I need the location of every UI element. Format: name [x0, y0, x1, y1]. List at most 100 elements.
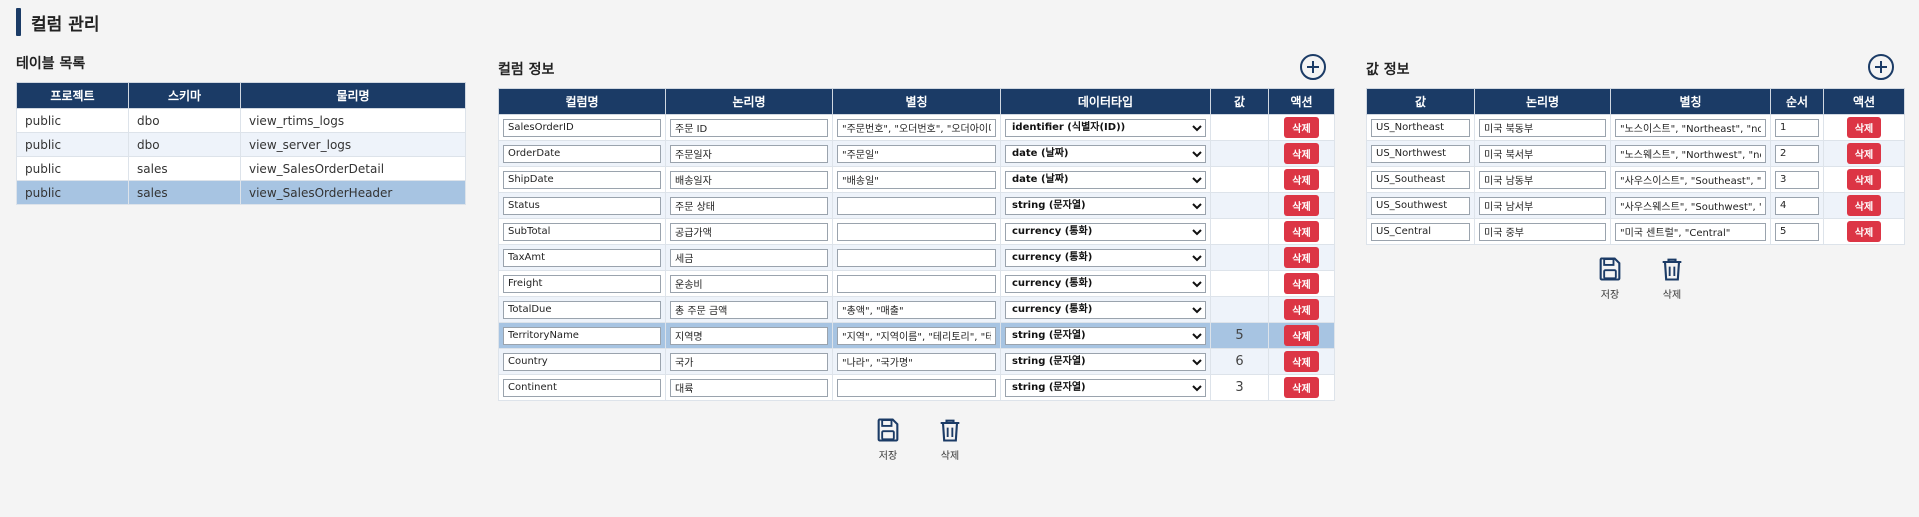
alias-input[interactable]	[837, 222, 996, 241]
delete-row-button[interactable]: 삭제	[1846, 169, 1882, 190]
datatype-select[interactable]: string (문자열)	[1005, 326, 1206, 345]
logical-name-input[interactable]	[670, 352, 828, 371]
value-input[interactable]	[1371, 170, 1470, 189]
delete-row-button[interactable]: 삭제	[1284, 351, 1319, 372]
delete-row-button[interactable]: 삭제	[1284, 377, 1319, 398]
delete-row-button[interactable]: 삭제	[1846, 221, 1882, 242]
col-header-name[interactable]: 컬럼명	[498, 88, 666, 115]
logical-name-input[interactable]	[1479, 144, 1606, 163]
column-row[interactable]: string (문자열)5 삭제	[498, 322, 1335, 349]
delete-row-button[interactable]: 삭제	[1284, 143, 1319, 164]
table-row[interactable]: public dbo view_rtims_logs	[16, 108, 466, 133]
column-name-input[interactable]	[503, 144, 661, 163]
column-row[interactable]: string (문자열)6 삭제	[498, 348, 1335, 375]
columns-save-button[interactable]: 저장	[868, 416, 908, 462]
alias-input[interactable]	[837, 248, 996, 267]
datatype-select[interactable]: currency (통화)	[1005, 274, 1206, 293]
logical-name-input[interactable]	[670, 248, 828, 267]
datatype-select[interactable]: date (날짜)	[1005, 144, 1206, 163]
logical-name-input[interactable]	[1479, 196, 1606, 215]
table-row[interactable]: public sales view_SalesOrderDetail	[16, 156, 466, 181]
datatype-select[interactable]: currency (통화)	[1005, 222, 1206, 241]
alias-input[interactable]	[837, 144, 996, 163]
datatype-select[interactable]: currency (통화)	[1005, 248, 1206, 267]
alias-input[interactable]	[837, 300, 996, 319]
col-header-order[interactable]: 순서	[1770, 88, 1824, 115]
alias-input[interactable]	[837, 352, 996, 371]
column-row[interactable]: currency (통화) 삭제	[498, 244, 1335, 271]
col-header-value[interactable]: 값	[1366, 88, 1475, 115]
col-header-physical[interactable]: 물리명	[240, 82, 466, 109]
add-value-button[interactable]	[1868, 54, 1894, 80]
datatype-select[interactable]: string (문자열)	[1005, 196, 1206, 215]
value-row[interactable]: 삭제	[1366, 166, 1905, 193]
order-input[interactable]	[1775, 196, 1819, 215]
column-row[interactable]: date (날짜) 삭제	[498, 140, 1335, 167]
col-header-project[interactable]: 프로젝트	[16, 82, 129, 109]
delete-row-button[interactable]: 삭제	[1284, 117, 1319, 138]
delete-row-button[interactable]: 삭제	[1284, 221, 1319, 242]
logical-name-input[interactable]	[670, 144, 828, 163]
column-row[interactable]: string (문자열)3 삭제	[498, 374, 1335, 401]
datatype-select[interactable]: string (문자열)	[1005, 378, 1206, 397]
table-row[interactable]: public sales view_SalesOrderHeader	[16, 180, 466, 205]
column-row[interactable]: currency (통화) 삭제	[498, 296, 1335, 323]
value-row[interactable]: 삭제	[1366, 114, 1905, 141]
table-row[interactable]: public dbo view_server_logs	[16, 132, 466, 157]
column-row[interactable]: currency (통화) 삭제	[498, 270, 1335, 297]
alias-input[interactable]	[837, 118, 996, 137]
alias-input[interactable]	[837, 326, 996, 345]
alias-input[interactable]	[837, 196, 996, 215]
column-row[interactable]: date (날짜) 삭제	[498, 166, 1335, 193]
value-row[interactable]: 삭제	[1366, 218, 1905, 245]
column-name-input[interactable]	[503, 196, 661, 215]
col-header-schema[interactable]: 스키마	[128, 82, 241, 109]
value-input[interactable]	[1371, 196, 1470, 215]
logical-name-input[interactable]	[1479, 170, 1606, 189]
order-input[interactable]	[1775, 170, 1819, 189]
logical-name-input[interactable]	[670, 300, 828, 319]
column-name-input[interactable]	[503, 378, 661, 397]
value-input[interactable]	[1371, 144, 1470, 163]
col-header-datatype[interactable]: 데이터타입	[1000, 88, 1211, 115]
value-row[interactable]: 삭제	[1366, 140, 1905, 167]
column-row[interactable]: currency (통화) 삭제	[498, 218, 1335, 245]
alias-input[interactable]	[1615, 196, 1766, 215]
logical-name-input[interactable]	[670, 378, 828, 397]
logical-name-input[interactable]	[670, 274, 828, 293]
column-name-input[interactable]	[503, 352, 661, 371]
columns-delete-button[interactable]: 삭제	[930, 416, 970, 462]
values-save-button[interactable]: 저장	[1590, 255, 1630, 301]
order-input[interactable]	[1775, 222, 1819, 241]
logical-name-input[interactable]	[670, 170, 828, 189]
add-column-button[interactable]	[1300, 54, 1326, 80]
logical-name-input[interactable]	[1479, 222, 1606, 241]
column-name-input[interactable]	[503, 326, 661, 345]
col-header-alias[interactable]: 별칭	[1610, 88, 1771, 115]
delete-row-button[interactable]: 삭제	[1846, 143, 1882, 164]
value-input[interactable]	[1371, 118, 1470, 137]
alias-input[interactable]	[837, 274, 996, 293]
values-delete-button[interactable]: 삭제	[1652, 255, 1692, 301]
alias-input[interactable]	[837, 378, 996, 397]
col-header-logical[interactable]: 논리명	[1474, 88, 1611, 115]
logical-name-input[interactable]	[670, 326, 828, 345]
col-header-alias[interactable]: 별칭	[832, 88, 1001, 115]
order-input[interactable]	[1775, 118, 1819, 137]
value-input[interactable]	[1371, 222, 1470, 241]
alias-input[interactable]	[1615, 144, 1766, 163]
column-row[interactable]: string (문자열) 삭제	[498, 192, 1335, 219]
column-row[interactable]: identifier (식별자(ID)) 삭제	[498, 114, 1335, 141]
delete-row-button[interactable]: 삭제	[1284, 247, 1319, 268]
delete-row-button[interactable]: 삭제	[1284, 273, 1319, 294]
column-name-input[interactable]	[503, 118, 661, 137]
col-header-value[interactable]: 값	[1210, 88, 1269, 115]
datatype-select[interactable]: identifier (식별자(ID))	[1005, 118, 1206, 137]
delete-row-button[interactable]: 삭제	[1846, 195, 1882, 216]
logical-name-input[interactable]	[670, 118, 828, 137]
order-input[interactable]	[1775, 144, 1819, 163]
column-name-input[interactable]	[503, 222, 661, 241]
column-name-input[interactable]	[503, 248, 661, 267]
delete-row-button[interactable]: 삭제	[1846, 117, 1882, 138]
column-name-input[interactable]	[503, 274, 661, 293]
